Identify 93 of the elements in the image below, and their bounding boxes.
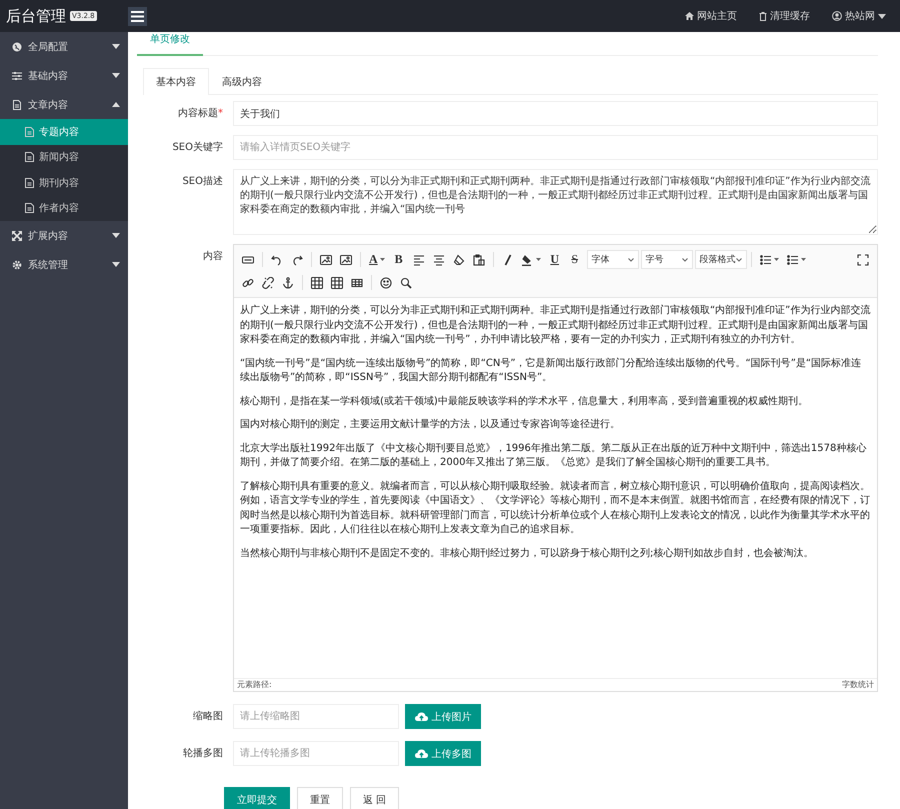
field-label: 轮播多图: [182, 746, 224, 761]
sidebar-subitem[interactable]: 专题内容: [0, 119, 128, 144]
image-icon: [340, 254, 352, 266]
caret-icon: [878, 14, 886, 18]
paragraph: 核心期刊，是指在某一学科领域(或若干领域)中最能反映该学科的学术水平，信息量大，利用率高，受到普遍重视的权威性期刊。: [240, 394, 809, 408]
underline-button[interactable]: U: [544, 250, 565, 270]
caret-icon: [774, 258, 779, 261]
tableadd-icon: [331, 276, 343, 288]
upload-button[interactable]: 上传图片: [405, 704, 481, 729]
paragraph: 从广义上来讲，期刊的分类，可以分为非正式期刊和正式期刊两种。非正式期刊是指通过行政部门审核领取“内部报刊准印证”作为行业内部交流的期刊(一般只限行业内交流不公开发行)，但也是合法期刊的一种，一般正式期刊都经历过非正式期刊过程。正式期刊是由国家新闻出版署与国家科委在商定的数额内审批，并编入“国内统一刊号”，办刊申请比较严格，要有一定的办刊实力，正式期刊有独立的办刊方针。: [240, 304, 871, 347]
sidebar-subitem[interactable]: 期刊内容: [0, 170, 128, 196]
form-button[interactable]: 重置: [297, 787, 343, 809]
top-link[interactable]: 清理缓存: [759, 9, 810, 23]
word-count: 字数统计: [842, 679, 874, 691]
paragraph: 当然核心期刊与非核心期刊不是固定不变的。非核心期刊经过努力，可以跻身于核心期刊之列;核心期刊如故步自封，也会被淘汰。: [240, 546, 814, 560]
trash-icon: [759, 12, 767, 20]
caret-icon: [800, 258, 806, 261]
field-label: SEO描述: [181, 174, 224, 189]
document-icon: [25, 152, 34, 162]
arrows-icon: [12, 230, 22, 240]
unlink-icon: [262, 276, 274, 288]
sidebar-item[interactable]: 扩展内容: [0, 221, 128, 250]
document-icon: [25, 178, 34, 188]
document-icon: [25, 126, 34, 137]
table-icon: [311, 276, 323, 288]
top-link[interactable]: 热站网: [832, 9, 886, 23]
anchor-icon: [282, 276, 294, 288]
sidebar-subitem[interactable]: 作者内容: [0, 196, 128, 221]
bold-button[interactable]: B: [388, 250, 409, 270]
code-icon: [242, 254, 254, 266]
search-icon: [400, 276, 412, 288]
paragraph: “国内统一刊号”是“国内统一连续出版物号”的简称，即“CN号”，它是新闻出版行政部门分配给连续出版物的代号。“国际刊号”是“国际标准连续出版物号”的简称，即“ISSN号”，我国大部分期刊都配有“ISSN号”。: [240, 356, 862, 385]
alignleft-icon: [412, 254, 425, 266]
paragraph: 了解核心期刊具有重要的意义。就编者而言，可以从核心期刊吸取经验。就读者而言，树立核心期刊意识，可以明确价值取向，提高阅读档次。例如，语言文学专业的学生，首先要阅读《中国语文》、《文学评论》等核心期刊，而不是本末倒置。就图书馆而言，在经费有限的情况下，订阅时当然是以核心期刊为首选目标。就科研管理部门而言，可以统计分析单位或个人在核心期刊上发表论文的情况，以此作为衡量其学术水平的一项重要指标。因此，人们往往以在核心期刊上发表文章为自己的追求目标。: [240, 480, 871, 537]
form-tab[interactable]: 基本内容: [143, 68, 209, 95]
cloud-upload-icon: [414, 749, 428, 758]
caret-icon: [380, 258, 385, 261]
menu-button[interactable]: [128, 6, 147, 26]
form-button[interactable]: 返 回: [350, 787, 400, 809]
image-icon: [320, 254, 332, 266]
input-field[interactable]: 关于我们: [233, 101, 878, 126]
format-dropdown[interactable]: 段落格式: [694, 250, 747, 269]
submit-button[interactable]: 立即提交: [224, 787, 290, 809]
field-label: 内容: [202, 250, 224, 264]
ol-icon: [760, 254, 772, 266]
field-label: 缩略图: [192, 710, 224, 724]
field-label: SEO关键字: [171, 140, 224, 155]
paragraph: 国内对核心期刊的测定，主要运用文献计量学的方法，以及通过专家咨询等途径进行。: [240, 418, 621, 432]
fullscreen-icon: [857, 254, 869, 266]
globe-icon: [12, 42, 22, 52]
caret-icon: [536, 258, 541, 261]
paragraph: 北京大学出版社1992年出版了《中文核心期刊要目总览》，1996年推出第二版。第二版从正在出版的近万种中文期刊中，筛选出1578种核心期刊，并做了简要介绍。在第二版的基础上，2000年又推出了第三版。《总览》是我们了解全国核心期刊的重要工具书。: [240, 442, 868, 470]
sidebar-item[interactable]: 系统管理: [0, 250, 128, 279]
ul-icon: [786, 254, 799, 266]
sliders-icon: [12, 70, 22, 80]
page-tab[interactable]: 单页修改: [137, 32, 203, 56]
top-link[interactable]: 网站主页: [685, 9, 737, 23]
format-dropdown[interactable]: 字体: [586, 250, 639, 269]
upload-button[interactable]: 上传多图: [405, 741, 481, 766]
input-field[interactable]: 请上传轮播多图: [233, 741, 399, 766]
input-field[interactable]: 请上传缩略图: [233, 704, 399, 729]
document-icon: [25, 203, 34, 214]
input-field[interactable]: 请输入详情页SEO关键字: [233, 135, 878, 160]
user-icon: [832, 11, 842, 21]
caret-icon: [736, 258, 742, 262]
font-color-button[interactable]: A: [365, 250, 389, 270]
rich-text-editor[interactable]: [233, 244, 878, 692]
app-title: 后台管理: [6, 6, 66, 26]
form-tab[interactable]: 高级内容: [209, 68, 275, 94]
element-path: 元素路径:: [237, 679, 272, 691]
text-area[interactable]: 从广义上来讲，期刊的分类，可以分为非正式期刊和正式期刊两种。非正式期刊是指通过行政部门审核领取“内部报刊准印证”作为行业内部交流的期刊(一般只限行业内交流不公开发行)，但也是合法期刊的一种，一般正式期刊都经历过非正式期刊过程。正式期刊是由国家新闻出版署与国家科委在商定的数额内审批，并编入“国内统一刊号: [233, 169, 878, 235]
sidebar-item[interactable]: 全局配置: [0, 32, 128, 61]
aligncenter-icon: [432, 254, 445, 266]
redo-icon: [291, 254, 303, 266]
caret-icon: [628, 258, 634, 262]
cloud-upload-icon: [414, 712, 428, 721]
undo-icon: [271, 254, 283, 266]
tablerow-icon: [351, 276, 363, 288]
home-icon: [685, 12, 694, 20]
link-icon: [242, 276, 254, 288]
field-label: 内容标题*: [177, 106, 224, 121]
sidebar-item[interactable]: 基础内容: [0, 61, 128, 90]
gear-icon: [12, 260, 22, 270]
sidebar-item[interactable]: 文章内容: [0, 90, 128, 119]
caret-icon: [682, 258, 688, 262]
format-dropdown[interactable]: 字号: [640, 250, 693, 269]
emoji-icon: [380, 276, 392, 288]
strikethrough-button[interactable]: S: [564, 250, 585, 270]
sidebar-subitem[interactable]: 新闻内容: [0, 144, 128, 170]
eraser-icon: [452, 254, 465, 266]
document-icon: [12, 100, 22, 110]
paste-icon: [472, 254, 485, 266]
bgcolor-icon: [522, 254, 534, 266]
